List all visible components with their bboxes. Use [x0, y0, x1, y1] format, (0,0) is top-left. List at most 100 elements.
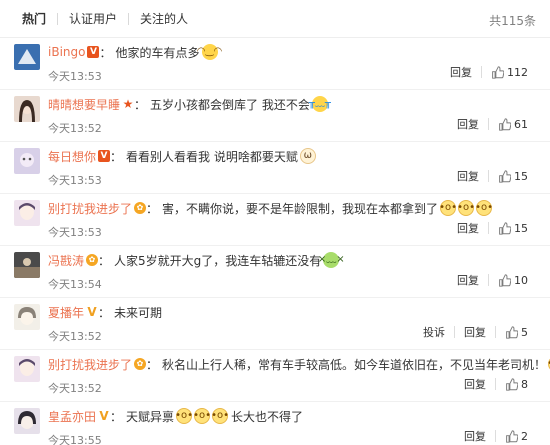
like-button[interactable]: 112	[491, 66, 528, 79]
like-count: 2	[521, 429, 528, 443]
avatar[interactable]	[14, 44, 40, 70]
like-count: 8	[521, 377, 528, 391]
comment-count: 共115条	[489, 14, 536, 28]
flower-badge-icon: ✿	[134, 202, 147, 214]
reply-button[interactable]: 回复	[450, 64, 472, 80]
comment-text: 五岁小孩都会倒库了 我还不会	[150, 97, 310, 112]
cat-emoji-icon: ω	[299, 148, 316, 164]
like-button[interactable]: 15	[498, 170, 528, 183]
avatar[interactable]	[14, 96, 40, 122]
flower-badge-icon: ✿	[134, 358, 147, 370]
avatar[interactable]	[14, 356, 40, 382]
surprised-emoji-icon: •o•	[475, 200, 493, 216]
reply-button[interactable]: 回复	[464, 324, 486, 340]
crying-emoji-icon: ╥﹏╥	[309, 96, 331, 112]
like-button[interactable]: 8	[505, 378, 528, 391]
verified-badge: V	[99, 409, 109, 423]
username[interactable]: 夏播年	[48, 304, 84, 321]
timestamp: 今天13:54	[48, 278, 102, 291]
star-badge-icon: ★	[122, 97, 134, 111]
like-button[interactable]: 10	[498, 274, 528, 287]
comment-tabs: 热门 认证用户 关注的人 共115条	[0, 0, 550, 38]
comment-text: 害，不瞒你说，要不是年龄限制，我现在本都拿到了	[162, 201, 439, 216]
thumbs-up-icon	[506, 325, 518, 339]
tab-divider	[57, 12, 59, 25]
laugh-emoji-icon: ◠‿◠	[197, 44, 222, 60]
timestamp: 今天13:55	[48, 434, 102, 445]
verified-badge: V	[87, 305, 97, 319]
timestamp: 今天13:52	[48, 382, 102, 395]
like-button[interactable]: 15	[498, 222, 528, 235]
reply-button[interactable]: 回复	[457, 116, 479, 132]
reply-button[interactable]: 回复	[457, 220, 479, 236]
surprised-emoji-icon: •o•	[193, 408, 211, 424]
timestamp: 今天13:53	[48, 226, 102, 239]
comment-text: 秋名山上行人稀，常有车手较高低。如今车道依旧在，不见当年老司机！	[162, 357, 547, 372]
report-button[interactable]: 投诉	[423, 324, 445, 340]
flower-badge-icon: ✿	[86, 254, 99, 266]
comment-text: 人家5岁就开大g了，我连车轱辘还没有	[114, 253, 322, 268]
timestamp: 今天13:53	[48, 70, 102, 83]
like-button[interactable]: 2	[505, 430, 528, 443]
comment-item: 冯戡涛 ✿ ： 人家5岁就开大g了，我连车轱辘还没有 ×﹏× 今天13:54 回…	[0, 246, 550, 298]
surprised-emoji-icon: •o•	[211, 408, 229, 424]
like-button[interactable]: 61	[498, 118, 528, 131]
tab-verified-users[interactable]: 认证用户	[69, 10, 117, 27]
surprised-emoji-icon: •o•	[175, 408, 193, 424]
thumbs-up-icon	[499, 221, 511, 235]
sick-emoji-icon: ×﹏×	[318, 252, 345, 268]
timestamp: 今天13:52	[48, 330, 102, 343]
like-count: 10	[514, 273, 528, 287]
surprised-emoji-icon: •o•	[439, 200, 457, 216]
avatar[interactable]	[14, 200, 40, 226]
comment-list: iBingo V ： 他家的车有点多 ◠‿◠ 今天13:53 回复 112 晴晴…	[0, 38, 550, 445]
verified-badge: V	[87, 46, 100, 58]
tab-hot[interactable]: 热门	[22, 10, 46, 27]
comment-item: 晴晴想要早睡 ★ ： 五岁小孩都会倒库了 我还不会 ╥﹏╥ 今天13:52 回复…	[0, 90, 550, 142]
like-count: 112	[507, 65, 528, 79]
like-count: 15	[514, 169, 528, 183]
comment-text: 未来可期	[114, 305, 163, 320]
timestamp: 今天13:53	[48, 174, 102, 187]
username[interactable]: 别打扰我进步了	[48, 356, 132, 373]
comment-text-part-2: 长大也不得了	[231, 409, 304, 424]
tab-divider	[128, 12, 130, 25]
comment-item: 别打扰我进步了 ✿ ： 秋名山上行人稀，常有车手较高低。如今车道依旧在，不见当年…	[0, 350, 550, 402]
like-count: 5	[521, 325, 528, 339]
comment-item: iBingo V ： 他家的车有点多 ◠‿◠ 今天13:53 回复 112	[0, 38, 550, 90]
comment-item: 夏播年 V ： 未来可期 今天13:52 投诉 回复 5	[0, 298, 550, 350]
username[interactable]: 晴晴想要早睡	[48, 96, 120, 113]
username[interactable]: 皇孟亦田	[48, 408, 96, 425]
comment-text: 他家的车有点多	[115, 45, 200, 60]
reply-button[interactable]: 回复	[457, 168, 479, 184]
reply-button[interactable]: 回复	[464, 376, 486, 392]
tab-following[interactable]: 关注的人	[140, 10, 188, 27]
avatar[interactable]	[14, 252, 40, 278]
thumbs-up-icon	[492, 65, 504, 79]
username[interactable]: iBingo	[48, 45, 85, 59]
comment-text: 看看别人看看我 说明啥都要天赋	[126, 149, 298, 164]
like-button[interactable]: 5	[505, 326, 528, 339]
timestamp: 今天13:52	[48, 122, 102, 135]
comment-item: 皇孟亦田 V ： 天赋异禀 •o• •o• •o• 长大也不得了 今天13:55…	[0, 402, 550, 445]
comment-item: 别打扰我进步了 ✿ ： 害，不瞒你说，要不是年龄限制，我现在本都拿到了 •o• …	[0, 194, 550, 246]
surprised-emoji-icon: •o•	[457, 200, 475, 216]
avatar[interactable]	[14, 408, 40, 434]
reply-button[interactable]: 回复	[457, 272, 479, 288]
thumbs-up-icon	[499, 273, 511, 287]
thumbs-up-icon	[499, 117, 511, 131]
avatar[interactable]	[14, 148, 40, 174]
thumbs-up-icon	[499, 169, 511, 183]
username[interactable]: 冯戡涛	[48, 252, 84, 269]
comment-item: 每日想你 V ： 看看别人看看我 说明啥都要天赋 ω 今天13:53 回复 15	[0, 142, 550, 194]
comment-text-part-1: 天赋异禀	[126, 409, 175, 424]
thumbs-up-icon	[506, 429, 518, 443]
username[interactable]: 每日想你	[48, 148, 96, 165]
like-count: 15	[514, 221, 528, 235]
thumbs-up-icon	[506, 377, 518, 391]
avatar[interactable]	[14, 304, 40, 330]
username[interactable]: 别打扰我进步了	[48, 200, 132, 217]
verified-badge: V	[98, 150, 111, 162]
like-count: 61	[514, 117, 528, 131]
reply-button[interactable]: 回复	[464, 428, 486, 444]
